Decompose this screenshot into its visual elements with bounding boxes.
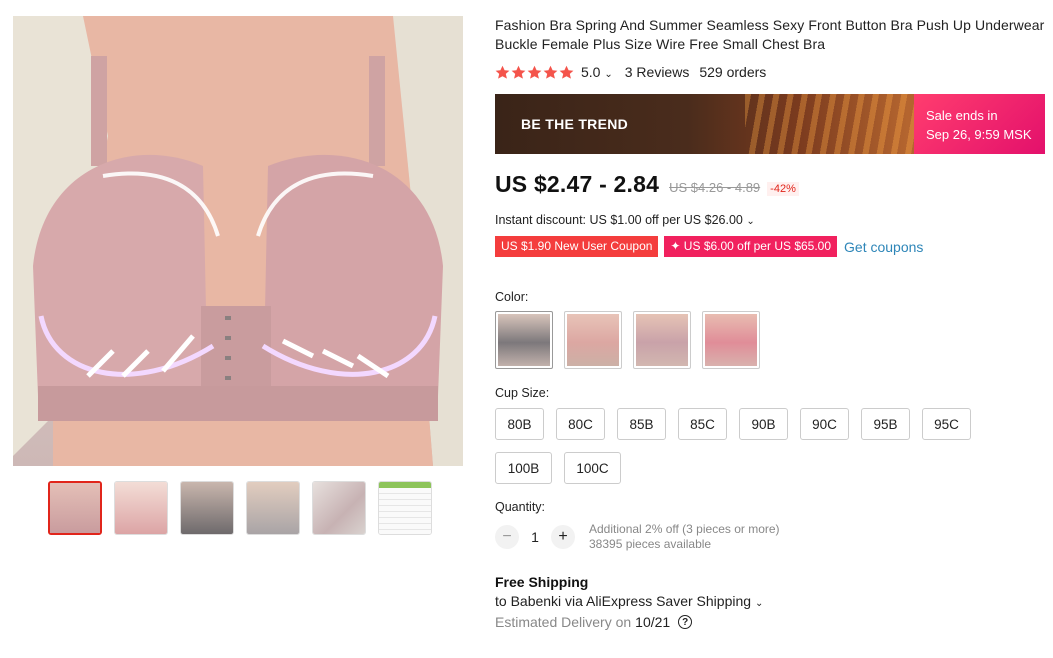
original-price: US $4.26 - 4.89 [669,180,761,195]
orders-count: 529 orders [699,64,767,80]
quantity-stepper: − 1 + Additional 2% off (3 pieces or mor… [495,522,1045,552]
size-option-90b[interactable]: 90B [739,408,788,440]
color-swatch-pink-light[interactable] [564,311,622,369]
color-swatch-gray[interactable] [495,311,553,369]
star-rating [495,65,574,80]
quantity-label: Quantity: [495,500,546,514]
size-option-90c[interactable]: 90C [800,408,849,440]
store-coupon[interactable]: ✦ US $6.00 off per US $65.00 [664,236,838,257]
current-price: US $2.47 - 2.84 [495,171,660,197]
chevron-down-icon: ⌄ [754,598,764,609]
shipping-title: Free Shipping [495,574,589,590]
star-icon [543,65,558,79]
thumbnail-5[interactable] [312,481,366,535]
cup-size-options: 80B 80C 85B 85C 90B 90C 95B 95C 100B 100… [495,408,995,484]
discount-badge: -42% [767,182,799,196]
product-info: Fashion Bra Spring And Summer Seamless S… [495,16,1045,630]
price-row: US $2.47 - 2.84 US $4.26 - 4.89 -42% [495,171,1045,198]
size-option-85c[interactable]: 85C [678,408,727,440]
banner-decoration [745,94,915,154]
sale-line-1: Sale ends in [926,108,998,123]
thumbnail-4[interactable] [246,481,300,535]
color-label: Color: [495,290,529,304]
thumbnail-2[interactable] [114,481,168,535]
color-swatch-pink-mauve[interactable] [633,311,691,369]
color-swatch-pink-rose[interactable] [702,311,760,369]
product-title: Fashion Bra Spring And Summer Seamless S… [495,17,1045,52]
cup-size-label: Cup Size: [495,386,550,400]
product-photo [13,16,463,466]
star-icon [511,65,526,79]
size-option-80b[interactable]: 80B [495,408,544,440]
size-option-100c[interactable]: 100C [564,452,621,484]
get-coupons-link[interactable]: Get coupons [844,239,923,255]
quantity-info: Additional 2% off (3 pieces or more) 383… [589,522,780,552]
size-option-80c[interactable]: 80C [556,408,605,440]
sale-countdown: Sale ends in Sep 26, 9:59 MSK [914,94,1045,154]
estimated-delivery: Estimated Delivery on 10/21 ? [495,614,1045,630]
chevron-down-icon: ⌄ [746,216,755,227]
star-icon [527,65,542,79]
size-option-100b[interactable]: 100B [495,452,552,484]
new-user-coupon[interactable]: US $1.90 New User Coupon [495,236,659,257]
star-icon [495,65,510,79]
help-icon[interactable]: ? [678,615,693,629]
shipping-method[interactable]: to Babenki via AliExpress Saver Shipping… [495,593,1045,609]
stock-available: 38395 pieces available [589,537,712,551]
rating-row: 5.0 ⌄ 3 Reviews 529 orders [495,63,1045,81]
increase-quantity-button[interactable]: + [551,525,575,549]
size-option-85b[interactable]: 85B [617,408,666,440]
main-product-image[interactable] [13,16,463,466]
delivery-date: 10/21 [635,614,671,630]
thumbnail-3[interactable] [180,481,234,535]
instant-discount[interactable]: Instant discount: US $1.00 off per US $2… [495,213,1045,227]
reviews-link[interactable]: 3 Reviews [625,64,690,80]
sale-line-2: Sep 26, 9:59 MSK [926,127,1032,142]
chevron-down-icon: ⌄ [604,69,613,80]
quantity-value[interactable]: 1 [519,529,551,545]
thumbnail-6-size-chart[interactable] [378,481,432,535]
size-option-95c[interactable]: 95C [922,408,971,440]
bulk-discount-note: Additional 2% off (3 pieces or more) [589,522,780,536]
promo-banner[interactable]: BE THE TREND Sale ends in Sep 26, 9:59 M… [495,94,1045,154]
color-swatches [495,311,1045,369]
shipping-section: Free Shipping to Babenki via AliExpress … [495,574,1045,630]
size-option-95b[interactable]: 95B [861,408,910,440]
banner-label: BE THE TREND [521,116,629,132]
decrease-quantity-button[interactable]: − [495,525,519,549]
coupon-row: US $1.90 New User Coupon ✦ US $6.00 off … [495,236,1045,257]
thumbnail-strip [48,481,432,535]
star-icon [559,65,574,79]
delivery-prefix: Estimated Delivery on [495,614,632,630]
rating-score[interactable]: 5.0 ⌄ [581,64,613,80]
thumbnail-1[interactable] [48,481,102,535]
